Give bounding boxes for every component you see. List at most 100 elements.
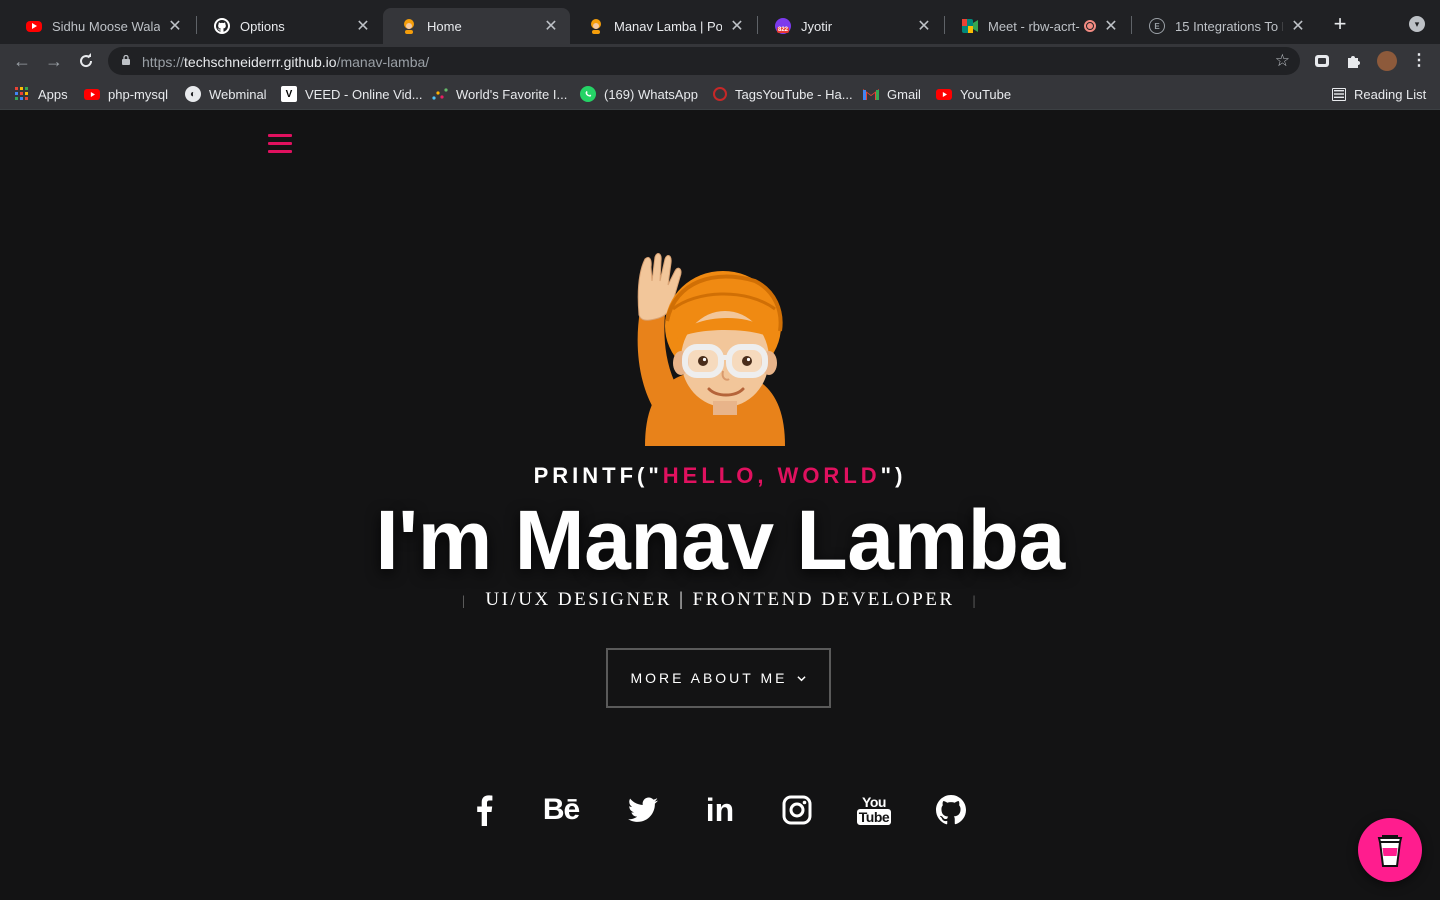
tab-jyotir[interactable]: 822 Jyotir ✕ bbox=[757, 8, 943, 44]
tab-options[interactable]: Options ✕ bbox=[196, 8, 382, 44]
youtube-icon[interactable]: You Tube bbox=[856, 793, 892, 827]
close-icon[interactable]: ✕ bbox=[1289, 16, 1307, 36]
tags-icon bbox=[713, 87, 727, 101]
hello-prefix: PRINTF(" bbox=[533, 463, 663, 488]
close-icon[interactable]: ✕ bbox=[166, 16, 184, 36]
address-bar[interactable]: https://techschneiderrr.github.io/manav-… bbox=[108, 47, 1300, 75]
hero-name: I'm Manav Lamba bbox=[375, 493, 1065, 587]
hello-world-subtitle: PRINTF("HELLO, WORLD") bbox=[0, 463, 1440, 489]
youtube-glyph-top: You bbox=[862, 794, 886, 810]
dots-icon bbox=[432, 86, 448, 102]
bookmark-star-icon[interactable]: ☆ bbox=[1275, 51, 1290, 71]
close-icon[interactable]: ✕ bbox=[728, 16, 746, 36]
coffee-cup-icon bbox=[1377, 835, 1403, 867]
browser-menu-icon[interactable]: ⋮ bbox=[1410, 52, 1428, 70]
tab-15-integrations[interactable]: E 15 Integrations To Ma ✕ bbox=[1131, 8, 1317, 44]
tab-title: 15 Integrations To Ma bbox=[1175, 18, 1283, 34]
url-host: techschneiderrr.github.io bbox=[184, 54, 337, 70]
back-icon[interactable]: ← bbox=[10, 49, 34, 73]
bookmark-php-mysql[interactable]: php-mysql bbox=[84, 85, 168, 103]
bookmark-label: TagsYouTube - Ha... bbox=[735, 86, 853, 102]
tab-title: Meet - rbw-acrt- bbox=[988, 18, 1080, 34]
typing-cursor-right: | bbox=[972, 594, 978, 609]
jyotir-icon: 822 bbox=[775, 18, 791, 34]
tab-title: Home bbox=[427, 18, 462, 34]
forward-icon[interactable]: → bbox=[42, 49, 66, 73]
reload-icon[interactable] bbox=[74, 49, 98, 73]
url-text: https://techschneiderrr.github.io/manav-… bbox=[142, 54, 429, 70]
veed-icon: V bbox=[281, 86, 297, 102]
typing-cursor-left: | bbox=[462, 594, 468, 609]
browser-toolbar: ← → https://techschneiderrr.github.io/ma… bbox=[0, 44, 1440, 78]
bookmark-label: (169) WhatsApp bbox=[604, 86, 698, 102]
bookmark-label: Gmail bbox=[887, 86, 921, 102]
profile-avatar[interactable] bbox=[1377, 51, 1397, 71]
portfolio-page: PRINTF("HELLO, WORLD") I'm Manav Lamba |… bbox=[0, 111, 1440, 900]
reading-list-label: Reading List bbox=[1354, 86, 1427, 102]
memoji-icon bbox=[588, 18, 604, 34]
tab-google-meet[interactable]: Meet - rbw-acrt- ✕ bbox=[944, 8, 1130, 44]
lock-icon bbox=[122, 55, 130, 65]
circle-logo-icon: E bbox=[1149, 18, 1165, 34]
bookmark-youtube[interactable]: YouTube bbox=[936, 85, 1011, 103]
reading-list-button[interactable]: Reading List bbox=[1332, 85, 1426, 103]
reading-list-icon bbox=[1332, 87, 1346, 101]
youtube-glyph-bottom: Tube bbox=[856, 809, 892, 825]
bookmark-label: World's Favorite I... bbox=[456, 86, 568, 102]
linkedin-glyph: in bbox=[705, 791, 735, 828]
bookmark-webminal[interactable]: ◐ Webminal bbox=[185, 85, 267, 103]
hello-highlight: HELLO, WORLD bbox=[662, 463, 881, 488]
bookmark-label: Apps bbox=[38, 86, 68, 102]
close-icon[interactable]: ✕ bbox=[354, 16, 372, 36]
behance-icon[interactable]: Bē bbox=[540, 793, 582, 827]
more-about-me-button[interactable]: MORE ABOUT ME bbox=[606, 648, 831, 708]
youtube-icon bbox=[84, 88, 100, 100]
close-icon[interactable]: ✕ bbox=[1102, 16, 1120, 36]
jyotir-badge: 822 bbox=[776, 27, 789, 33]
tab-manav-lamba-portfolio[interactable]: Manav Lamba | Portfo ✕ bbox=[570, 8, 756, 44]
extension-square-icon[interactable] bbox=[1313, 52, 1331, 70]
hello-suffix: ") bbox=[880, 463, 907, 488]
bookmark-whatsapp[interactable]: (169) WhatsApp bbox=[580, 85, 698, 103]
new-tab-button[interactable]: + bbox=[1328, 12, 1352, 36]
bookmark-worlds-favorite[interactable]: World's Favorite I... bbox=[432, 85, 567, 103]
chevron-down-icon bbox=[797, 675, 807, 681]
tab-title: Sidhu Moose Wala Al bbox=[52, 18, 160, 34]
globe-icon: ◐ bbox=[185, 86, 201, 102]
facebook-icon[interactable] bbox=[467, 793, 501, 827]
github-icon[interactable] bbox=[934, 793, 968, 827]
bookmark-label: Webminal bbox=[209, 86, 267, 102]
instagram-icon[interactable] bbox=[780, 793, 814, 827]
behance-glyph: Bē bbox=[542, 793, 580, 826]
google-meet-icon bbox=[962, 18, 978, 34]
tab-sidhu-moose-wala[interactable]: Sidhu Moose Wala Al ✕ bbox=[8, 8, 194, 44]
tab-strip: Sidhu Moose Wala Al ✕ Options ✕ Home ✕ M… bbox=[0, 0, 1440, 44]
bookmarks-bar: Apps php-mysql ◐ Webminal V VEED - Onlin… bbox=[0, 78, 1440, 110]
roles-line: | UI/UX DESIGNER | FRONTEND DEVELOPER | bbox=[0, 589, 1440, 611]
youtube-icon bbox=[936, 88, 952, 100]
tab-title: Manav Lamba | Portfo bbox=[614, 18, 722, 34]
twitter-icon[interactable] bbox=[626, 793, 660, 827]
tab-home[interactable]: Home ✕ bbox=[383, 8, 570, 44]
tab-search-icon[interactable]: ▾ bbox=[1409, 16, 1425, 32]
whatsapp-icon bbox=[580, 86, 596, 102]
roles-text: UI/UX DESIGNER | FRONTEND DEVELOPER bbox=[485, 589, 955, 610]
url-path: /manav-lamba/ bbox=[336, 54, 430, 70]
github-icon bbox=[214, 18, 230, 34]
buy-me-a-coffee-button[interactable] bbox=[1358, 818, 1422, 882]
linkedin-icon[interactable]: in bbox=[703, 791, 737, 828]
apps-grid-icon bbox=[14, 86, 30, 102]
hamburger-menu-icon[interactable] bbox=[268, 134, 292, 154]
bookmark-label: YouTube bbox=[960, 86, 1012, 102]
bookmark-veed[interactable]: V VEED - Online Vid... bbox=[281, 85, 423, 103]
recording-icon bbox=[1084, 20, 1096, 32]
gmail-icon bbox=[863, 86, 879, 102]
bookmark-label: VEED - Online Vid... bbox=[305, 86, 423, 102]
bookmark-tagsyoutube[interactable]: TagsYouTube - Ha... bbox=[713, 85, 853, 103]
bookmark-apps[interactable]: Apps bbox=[14, 85, 68, 103]
extensions-puzzle-icon[interactable] bbox=[1345, 52, 1363, 70]
youtube-icon bbox=[26, 20, 42, 32]
close-icon[interactable]: ✕ bbox=[915, 16, 933, 36]
close-icon[interactable]: ✕ bbox=[542, 16, 560, 36]
bookmark-gmail[interactable]: Gmail bbox=[863, 85, 921, 103]
